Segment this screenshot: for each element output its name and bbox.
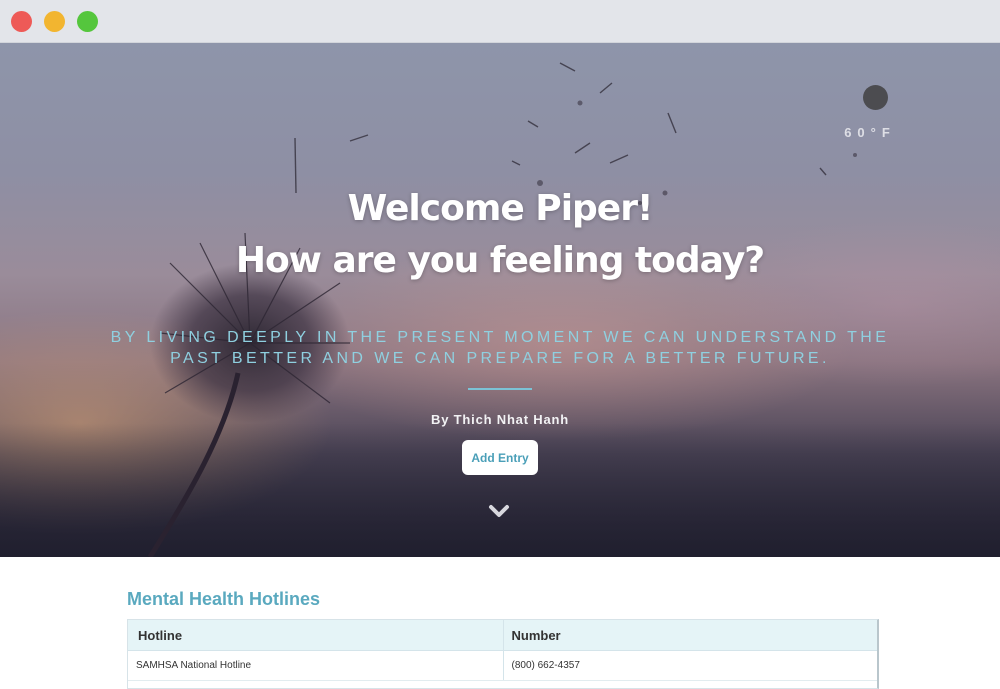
column-header-hotline: Hotline <box>138 627 183 643</box>
hotlines-table: Hotline Number SAMHSA National Hotline (… <box>127 619 879 689</box>
hotline-number-cell[interactable]: (800) 662-4357 <box>502 651 878 680</box>
quote-line-2: PAST BETTER AND WE CAN PREPARE FOR A BET… <box>170 350 830 367</box>
window-titlebar <box>0 0 1000 43</box>
close-window-button[interactable] <box>11 11 32 32</box>
quote-divider <box>468 388 532 390</box>
table-row: SAMHSA National Hotline (800) 662-4357 <box>128 651 877 681</box>
greeting-text: Welcome Piper! <box>347 188 654 229</box>
weather-icon <box>863 85 888 110</box>
quote-author: By Thich Nhat Hanh <box>431 412 569 427</box>
hotlines-title: Mental Health Hotlines <box>127 589 321 609</box>
chevron-down-icon[interactable] <box>488 503 510 519</box>
minimize-window-button[interactable] <box>44 11 65 32</box>
quote-line-1: BY LIVING DEEPLY IN THE PRESENT MOMENT W… <box>110 329 890 346</box>
welcome-heading: Welcome Piper! How are you feeling today… <box>0 183 1000 287</box>
dandelion-background-image <box>0 62 1000 557</box>
hotline-name-cell: SAMHSA National Hotline <box>136 660 252 671</box>
daily-quote: BY LIVING DEEPLY IN THE PRESENT MOMENT W… <box>100 327 900 369</box>
table-header-row: Hotline Number <box>128 620 877 651</box>
hero-section: 60°F Welcome Piper! How are you feeling … <box>0 43 1000 557</box>
maximize-window-button[interactable] <box>77 11 98 32</box>
feeling-question: How are you feeling today? <box>235 240 765 281</box>
add-entry-button[interactable]: Add Entry <box>462 440 538 475</box>
hotlines-section: Mental Health Hotlines Hotline Number SA… <box>0 557 1000 689</box>
temperature-readout: 60°F <box>844 125 896 140</box>
column-header-number: Number <box>502 620 878 650</box>
